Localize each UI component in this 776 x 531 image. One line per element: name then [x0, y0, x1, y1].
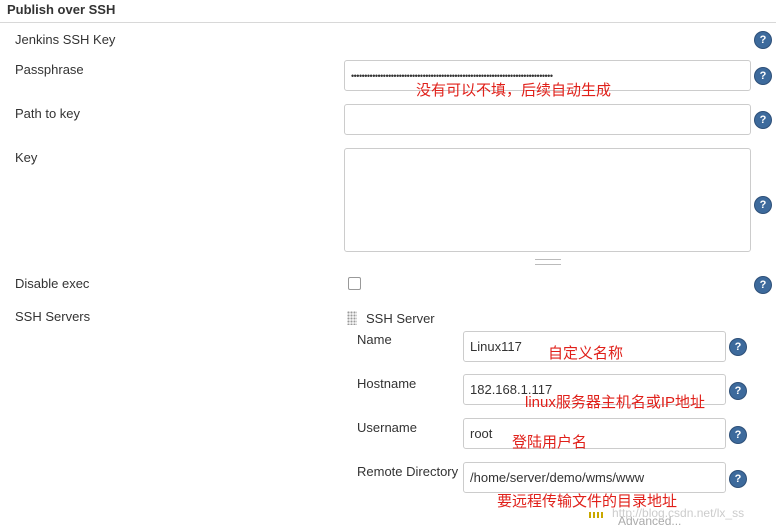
hostname-label: Hostname	[357, 376, 417, 391]
ssh-servers-label: SSH Servers	[15, 309, 91, 324]
section-title: Publish over SSH	[7, 2, 116, 17]
remote-directory-input[interactable]: /home/server/demo/wms/www	[463, 462, 726, 493]
username-annotation: 登陆用户名	[512, 434, 588, 451]
help-icon[interactable]: ?	[755, 32, 771, 48]
help-icon[interactable]: ?	[730, 383, 746, 399]
hostname-annotation: linux服务器主机名或IP地址	[525, 394, 706, 411]
help-icon[interactable]: ?	[730, 471, 746, 487]
section-divider	[0, 22, 776, 23]
help-icon[interactable]: ?	[730, 427, 746, 443]
server-name-label: Name	[357, 332, 392, 347]
help-icon[interactable]: ?	[755, 197, 771, 213]
drag-handle-icon[interactable]	[347, 311, 357, 325]
disable-exec-label: Disable exec	[15, 276, 90, 291]
jenkins-ssh-key-label: Jenkins SSH Key	[15, 32, 116, 47]
name-annotation: 自定义名称	[548, 345, 624, 362]
advanced-icon	[589, 512, 605, 518]
help-icon[interactable]: ?	[755, 277, 771, 293]
path-to-key-input[interactable]	[344, 104, 751, 135]
key-label: Key	[15, 150, 38, 165]
help-icon[interactable]: ?	[755, 112, 771, 128]
path-to-key-label: Path to key	[15, 106, 81, 121]
passphrase-label: Passphrase	[15, 62, 84, 77]
help-icon[interactable]: ?	[755, 68, 771, 84]
username-input[interactable]: root	[463, 418, 726, 449]
remote-directory-label: Remote Directory	[357, 464, 459, 479]
disable-exec-checkbox[interactable]	[348, 277, 361, 290]
passphrase-annotation: 没有可以不填，后续自动生成	[416, 82, 612, 99]
key-textarea[interactable]	[344, 148, 751, 252]
help-icon[interactable]: ?	[730, 339, 746, 355]
textarea-resize-grip[interactable]	[535, 259, 561, 265]
ssh-server-header: SSH Server	[366, 311, 435, 326]
username-label: Username	[357, 420, 417, 435]
advanced-button[interactable]: Advanced...	[618, 514, 681, 528]
